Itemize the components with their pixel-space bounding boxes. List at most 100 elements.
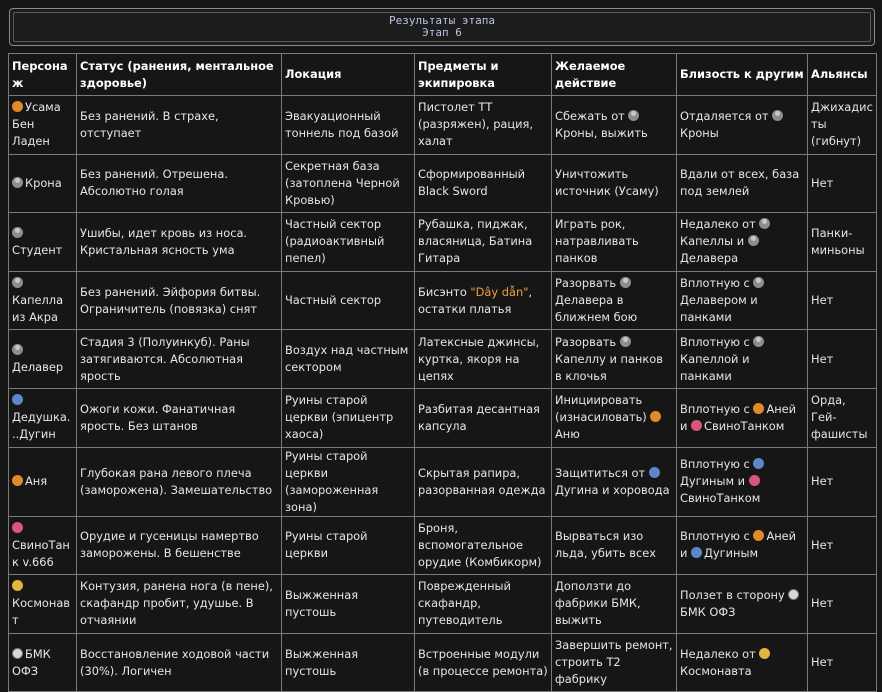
person-silhouette-icon [747,235,759,247]
cell-status: Глубокая рана левого плеча (заморожена).… [76,446,282,517]
person-silhouette-icon [619,335,631,347]
cell-action: Разорвать Делавера в ближнем бою [551,270,677,331]
pig-face-icon [12,521,23,533]
cell-location: Выжженная пустошь [281,574,415,634]
orange-face-icon [12,475,23,487]
results-table: Персонаж Статус (ранения, ментальное здо… [8,53,877,692]
character-name: Космонавт [12,596,71,628]
person-silhouette-icon [628,109,640,121]
person-silhouette-icon [772,109,784,121]
blue-person-icon [12,394,23,406]
orange-face-icon [753,402,765,414]
cell-status: Без ранений. Отрешена. Абсолютно голая [76,153,282,214]
header-subtitle: Этап 6 [422,26,462,39]
cell-items: Бисэнто "Dây dẫn", остатки платья [414,270,552,331]
person-silhouette-icon [12,344,23,356]
table-row: Дедушка...Дугин Ожоги кожи. Фанатичная яр… [8,387,877,448]
cell-action: Доползти до фабрики БМК, выжить [551,574,677,634]
cell-proximity: Отдаляется от Кроны [676,95,808,155]
blue-person-icon [753,458,765,470]
cell-action: Вырваться изо льда, убить всех [551,515,677,576]
cell-character: Усама Бен Ладен [8,95,77,155]
cell-character: Космонавт [8,574,77,634]
cell-location: Эвакуационный тоннель под базой [281,95,415,155]
table-row: Крона Без ранений. Отрешена. Абсолютно го… [8,153,877,214]
pig-face-icon [748,475,760,487]
person-silhouette-icon [12,226,23,238]
cell-character: Дедушка...Дугин [8,387,77,448]
highlighted-text: "Dây dẫn" [470,284,529,299]
table-row: Делавер Стадия 3 (Полуинкуб). Раны затяги… [8,329,877,389]
table-header-row: Персонаж Статус (ранения, ментальное здо… [8,53,877,96]
cell-location: Выжженная пустошь [281,632,415,692]
table-row: СвиноТанк v.666 Орудие и гусеницы намертв… [8,515,877,576]
table-row: Капелла из Акра Без ранений. Эйфория битв… [8,270,877,331]
col-header-location: Локация [281,53,415,96]
cell-location: Секретная база (затоплена Черной Кровью) [281,153,415,214]
cell-character: Аня [8,446,77,517]
col-header-alliances: Альянсы [807,53,877,96]
character-name: Крона [25,175,62,190]
cell-character: Капелла из Акра [8,270,77,331]
col-header-status: Статус (ранения, ментальное здоровье) [76,53,282,96]
cell-items: Сформированный Black Sword [414,153,552,214]
cell-character: БМК ОФЗ [8,632,77,692]
person-silhouette-icon [753,335,765,347]
character-name: СвиноТанк v.666 [12,537,70,569]
cell-proximity: Вдали от всех, база под землей [676,153,808,214]
cell-character: Делавер [8,329,77,389]
cell-status: Контузия, ранена нога (в пене), скафандр… [76,574,282,634]
cell-action: Разорвать Капеллу и панков в клочья [551,329,677,389]
stage-results-header: Результаты этапа Этап 6 [9,8,875,46]
pig-face-icon [691,419,703,431]
cell-items: Броня, вспомогательное орудие (Комбикорм… [414,515,552,576]
col-header-items: Предметы и экипировка [414,53,552,96]
table-row: Усама Бен Ладен Без ранений. В страхе, от… [8,95,877,155]
cell-action: Играть рок, натравливать панков [551,212,677,272]
cell-status: Восстановление ходовой части (30%). Логи… [76,632,282,692]
cell-status: Ожоги кожи. Фанатичная ярость. Без штано… [76,387,282,448]
cell-proximity: Ползет в сторону БМК ОФЗ [676,574,808,634]
blue-person-icon [648,466,660,478]
character-name: Делавер [12,360,64,375]
cell-proximity: Недалеко от Капеллы и Делавера [676,212,808,272]
person-silhouette-icon [12,277,23,289]
cell-alliance: Панки-миньоны [807,212,877,272]
character-name: Дедушка...Дугин [12,410,71,442]
cell-items: Скрытая рапира, разорванная одежда [414,446,552,517]
table-row: Космонавт Контузия, ранена нога (в пене),… [8,574,877,634]
table-row: Аня Глубокая рана левого плеча (заморожен… [8,446,877,517]
table-row: Студент Ушибы, идет кровь из носа. Криста… [8,212,877,272]
cell-alliance: Орда, Гей-фашисты [807,387,877,448]
robot-icon [12,647,23,659]
cell-items: Латексные джинсы, куртка, якоря на цепях [414,329,552,389]
cell-alliance: Нет [807,270,877,331]
cell-status: Орудие и гусеницы намертво заморожены. В… [76,515,282,576]
cell-alliance: Джихадисты (гибнут) [807,95,877,155]
cell-action: Инициировать (изнасиловать) Аню [551,387,677,448]
cell-proximity: Вплотную с Дугиным и СвиноТанком [676,446,808,517]
col-header-action: Желаемое действие [551,53,677,96]
person-silhouette-icon [619,277,631,289]
cell-items: Разбитая десантная капсула [414,387,552,448]
table-row: БМК ОФЗ Восстановление ходовой части (30%… [8,632,877,692]
cell-action: Защититься от Дугина и хоровода [551,446,677,517]
cell-alliance: Нет [807,515,877,576]
cell-status: Без ранений. В страхе, отступает [76,95,282,155]
cell-proximity: Вплотную с Аней и Дугиным [676,515,808,576]
character-name: Аня [25,474,48,489]
cell-location: Воздух над частным сектором [281,329,415,389]
character-name: Капелла из Акра [12,293,64,325]
cell-proximity: Вплотную с Делавером и панками [676,270,808,331]
cell-items: Поврежденный скафандр, путеводитель [414,574,552,634]
cell-alliance: Нет [807,574,877,634]
cell-action: Уничтожить источник (Усаму) [551,153,677,214]
cell-location: Частный сектор (радиоактивный пепел) [281,212,415,272]
cell-proximity: Вплотную с Аней и СвиноТанком [676,387,808,448]
cell-location: Руины старой церкви (эпицентр хаоса) [281,387,415,448]
person-silhouette-icon [753,277,765,289]
cell-location: Руины старой церкви (замороженная зона) [281,446,415,517]
robot-icon [788,588,800,600]
cell-alliance: Нет [807,329,877,389]
cell-location: Руины старой церкви [281,515,415,576]
